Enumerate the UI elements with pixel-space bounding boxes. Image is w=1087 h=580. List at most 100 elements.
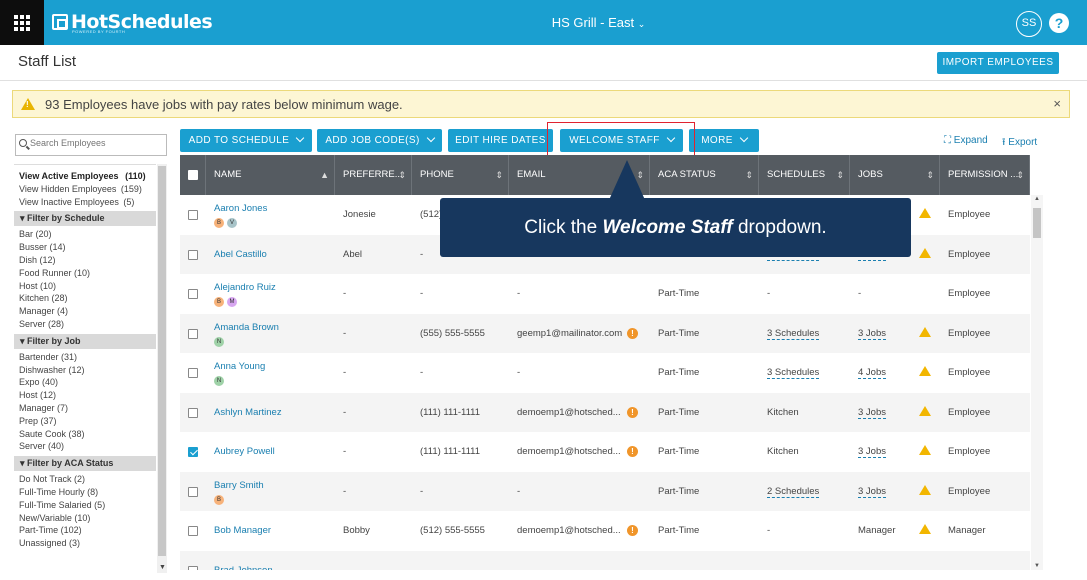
row-checkbox[interactable] [188, 328, 198, 339]
schedule-filter-item[interactable]: Bar (20) [14, 228, 156, 241]
scroll-down-icon[interactable]: ▼ [1034, 563, 1040, 569]
warning-icon[interactable] [919, 208, 931, 218]
view-active-employees[interactable]: View Active Employees (110) [14, 170, 156, 183]
warning-icon[interactable] [919, 247, 931, 258]
column-header-jobs[interactable]: JOBS ⇕ [850, 155, 940, 195]
row-checkbox[interactable] [188, 486, 198, 497]
row-checkbox[interactable] [188, 526, 198, 536]
expand-link[interactable]: ⛶ Expand [944, 135, 988, 146]
column-header-schedules[interactable]: SCHEDULES ⇕ [759, 155, 850, 195]
employee-name-link[interactable]: Anna Young [214, 361, 265, 372]
schedule-filter-item[interactable]: Server (28) [14, 318, 156, 331]
row-checkbox[interactable] [188, 210, 198, 220]
filter-by-job-header[interactable]: ▾ Filter by Job [14, 333, 156, 349]
column-header-permission[interactable]: PERMISSION ... ⇕ [940, 155, 1030, 195]
job-filter-item[interactable]: Host (12) [14, 389, 156, 402]
schedules-link[interactable]: 3 Schedules [767, 327, 820, 340]
view-inactive-employees[interactable]: View Inactive Employees (5) [14, 196, 156, 209]
aca-filter-item[interactable]: Part-Time (102) [14, 524, 156, 537]
view-hidden-employees[interactable]: View Hidden Employees (159) [14, 183, 156, 196]
row-checkbox[interactable] [188, 289, 198, 299]
table-row[interactable]: Amanda Brown N - (555) 555-5555 geemp1@maili… [180, 313, 1030, 353]
column-header-phone[interactable]: PHONE ⇕ [412, 155, 509, 195]
employee-name-link[interactable]: Aaron Jones [214, 203, 267, 214]
job-filter-item[interactable]: Prep (37) [14, 415, 156, 428]
table-row[interactable]: Brad Johnson [180, 550, 1030, 571]
employee-name-link[interactable]: Barry Smith [214, 480, 264, 491]
jobs-link[interactable]: 3 Jobs [858, 485, 886, 498]
more-button[interactable]: MORE [689, 129, 759, 152]
user-avatar[interactable]: SS [1016, 11, 1042, 37]
table-row[interactable]: Alejandro Ruiz B M - - - Part-Time - - Employee [180, 274, 1030, 314]
edit-hire-dates-button[interactable]: EDIT HIRE DATES [448, 129, 553, 152]
table-row[interactable]: Ashlyn Martinez - (111) 111-1111 demoemp1@h… [180, 392, 1030, 432]
aca-filter-item[interactable]: Full-Time Hourly (8) [14, 486, 156, 499]
column-header-name[interactable]: NAME ▲ [206, 155, 335, 195]
job-filter-item[interactable]: Manager (7) [14, 402, 156, 415]
table-row[interactable]: Anna Young N - - - Part-Time 3 Schedules 4 Jobs… [180, 353, 1030, 393]
table-row[interactable]: Aubrey Powell - (111) 111-1111 demoemp1@hot… [180, 432, 1030, 472]
warning-icon[interactable] [919, 366, 931, 376]
import-employees-button[interactable]: IMPORT EMPLOYEES [937, 52, 1059, 74]
select-all-checkbox[interactable] [188, 170, 198, 180]
column-header-preferred[interactable]: PREFERRE... ⇕ [335, 155, 412, 195]
row-checkbox[interactable] [188, 565, 198, 570]
email-warning-icon[interactable]: ! [627, 327, 638, 339]
scroll-up-icon[interactable]: ▲ [1034, 196, 1040, 202]
search-input[interactable] [30, 138, 160, 148]
aca-filter-item[interactable]: Full-Time Salaried (5) [14, 499, 156, 512]
jobs-link[interactable]: 3 Jobs [858, 406, 886, 419]
schedule-filter-item[interactable]: Host (10) [14, 280, 156, 293]
schedule-filter-item[interactable]: Manager (4) [14, 305, 156, 318]
email-warning-icon[interactable]: ! [627, 525, 638, 536]
filter-by-aca-header[interactable]: ▾ Filter by ACA Status [14, 456, 156, 472]
table-row[interactable]: Bob Manager Bobby (512) 555-5555 demoemp1@h… [180, 511, 1030, 551]
export-link[interactable]: ⭱ Export [1002, 135, 1037, 152]
warning-icon[interactable] [919, 445, 931, 455]
job-filter-item[interactable]: Saute Cook (38) [14, 428, 156, 441]
jobs-link[interactable]: 3 Jobs [858, 327, 886, 340]
job-filter-item[interactable]: Bartender (31) [14, 351, 156, 364]
aca-filter-item[interactable]: Unassigned (3) [14, 537, 156, 550]
warning-icon[interactable] [919, 326, 931, 337]
filter-by-schedule-header[interactable]: ▾ Filter by Schedule [14, 211, 156, 227]
employee-name-link[interactable]: Abel Castillo [214, 249, 267, 260]
email-warning-icon[interactable]: ! [627, 446, 638, 457]
scroll-down-icon[interactable]: ▼ [159, 564, 166, 571]
warning-icon[interactable] [919, 524, 931, 534]
employee-name-link[interactable]: Alejandro Ruiz [214, 282, 276, 293]
schedule-filter-item[interactable]: Food Runner (10) [14, 267, 156, 280]
jobs-link[interactable]: 3 Jobs [858, 446, 886, 458]
help-icon[interactable]: ? [1049, 13, 1069, 33]
sidebar-scrollbar[interactable]: ▼ [157, 164, 167, 573]
row-checkbox[interactable] [188, 447, 198, 457]
row-checkbox[interactable] [188, 407, 198, 418]
row-checkbox[interactable] [188, 249, 198, 260]
location-selector[interactable]: HS Grill - East ⌄ [0, 15, 1087, 30]
warning-icon[interactable] [919, 405, 931, 416]
email-warning-icon[interactable]: ! [627, 406, 638, 418]
aca-filter-item[interactable]: Do Not Track (2) [14, 473, 156, 486]
jobs-link[interactable]: 4 Jobs [858, 367, 886, 379]
employee-name-link[interactable]: Amanda Brown [214, 322, 279, 333]
employee-name-link[interactable]: Bob Manager [214, 525, 271, 536]
schedule-filter-item[interactable]: Busser (14) [14, 241, 156, 254]
aca-filter-item[interactable]: New/Variable (10) [14, 512, 156, 525]
search-box[interactable] [15, 134, 167, 156]
scroll-thumb[interactable] [1033, 208, 1041, 238]
employee-name-link[interactable]: Ashlyn Martinez [214, 407, 282, 418]
add-to-schedule-button[interactable]: ADD TO SCHEDULE [180, 129, 312, 152]
schedules-link[interactable]: 3 Schedules [767, 367, 820, 379]
job-filter-item[interactable]: Dishwasher (12) [14, 364, 156, 377]
add-job-codes-button[interactable]: ADD JOB CODE(S) [317, 129, 442, 152]
job-filter-item[interactable]: Server (40) [14, 440, 156, 453]
employee-name-link[interactable]: Brad Johnson [214, 565, 273, 571]
warning-icon[interactable] [919, 484, 931, 495]
close-icon[interactable]: × [1053, 96, 1061, 111]
schedule-filter-item[interactable]: Kitchen (28) [14, 292, 156, 305]
schedules-link[interactable]: 2 Schedules [767, 485, 820, 498]
employee-name-link[interactable]: Aubrey Powell [214, 446, 275, 457]
job-filter-item[interactable]: Expo (40) [14, 376, 156, 389]
scroll-thumb[interactable] [158, 166, 166, 556]
table-scrollbar[interactable]: ▲ ▼ [1031, 195, 1043, 570]
